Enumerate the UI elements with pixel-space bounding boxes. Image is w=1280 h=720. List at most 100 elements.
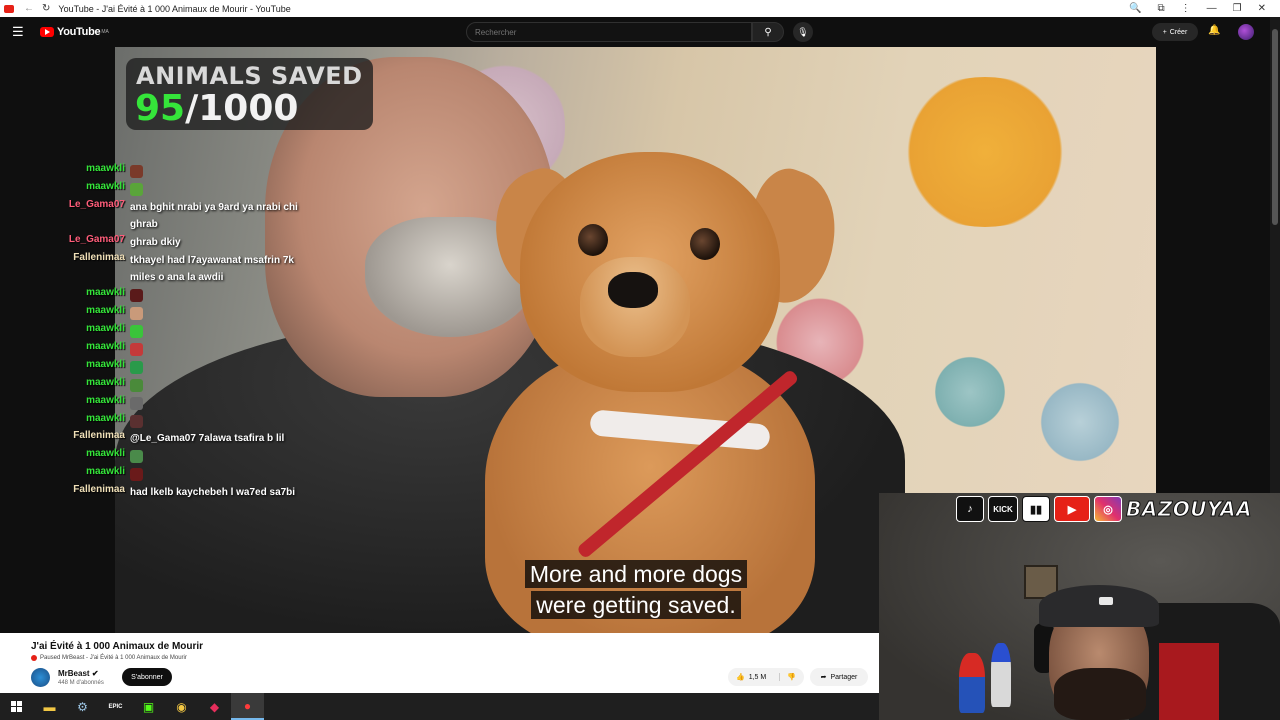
subscribe-button[interactable]: S'abonner: [122, 668, 172, 686]
microphone-icon: 🎙: [797, 26, 809, 37]
background-flower: [885, 77, 1085, 227]
chrome-icon[interactable]: ◉: [165, 693, 198, 720]
search-button[interactable]: ⚲: [752, 22, 784, 42]
dog-nose: [608, 272, 658, 308]
chat-username: maawkli: [86, 323, 125, 334]
voice-search-button[interactable]: 🎙: [793, 22, 813, 42]
cap-logo: [1099, 597, 1113, 605]
chat-message: maawkli: [0, 395, 320, 412]
chat-username: Le_Gama07: [68, 234, 125, 245]
chat-emote-icon: [130, 378, 143, 392]
scrollbar-thumb[interactable]: [1272, 29, 1278, 225]
chat-message-text: ghrab dkiy: [130, 237, 181, 248]
twitch-icon: ▮▮: [1022, 496, 1050, 522]
social-links-banner: ♪ KICK ▮▮ ▶ ◎ BAZOUYAA: [956, 495, 1252, 523]
create-button[interactable]: + Créer: [1152, 23, 1198, 41]
chat-message: maawkli: [0, 359, 320, 376]
thumbs-up-icon: 👍: [736, 674, 745, 681]
like-count: 1,5 M: [748, 673, 767, 681]
tiktok-icon: ♪: [956, 496, 984, 522]
youtube-header: ☰ YouTube MA ⚲ 🎙 +Créer 🔔: [0, 17, 1280, 47]
search-icon: ⚲: [764, 26, 772, 38]
tab-title: YouTube - J'ai Évité à 1 000 Animaux de …: [58, 3, 291, 14]
chat-username: maawkli: [86, 163, 125, 174]
chat-username: maawkli: [86, 448, 125, 459]
create-label: Créer: [1169, 28, 1188, 36]
youtube-logo[interactable]: YouTube MA: [40, 26, 109, 38]
reload-icon[interactable]: ↻: [42, 3, 50, 14]
minimize-icon[interactable]: —: [1207, 3, 1217, 14]
restore-icon[interactable]: ❐: [1233, 3, 1242, 14]
stream-chat-overlay: maawkli maawkli Le_Gama07 ana bghit nrabi y…: [0, 163, 330, 503]
channel-avatar[interactable]: [31, 668, 50, 687]
channel-name[interactable]: MrBeast ✔: [58, 669, 99, 678]
browser-titlebar: ← ↻ YouTube - J'ai Évité à 1 000 Animaux…: [0, 0, 1280, 17]
paused-dot-icon: [31, 655, 37, 661]
figurine: [991, 643, 1011, 707]
extensions-icon[interactable]: ⧉: [1158, 3, 1165, 14]
search-input[interactable]: [466, 22, 752, 42]
file-explorer-icon[interactable]: ▬: [33, 693, 66, 720]
dog-eye: [690, 228, 720, 260]
kick-app-icon[interactable]: ▣: [132, 693, 165, 720]
chat-message-text: [130, 448, 310, 465]
chat-message-text: ana bghit nrabi ya 9ard ya nrabi chi ghr…: [130, 202, 298, 230]
notifications-bell-icon[interactable]: 🔔: [1208, 25, 1220, 36]
chat-emote-icon: [130, 306, 143, 320]
steam-icon[interactable]: ⚙: [66, 693, 99, 720]
counter-value: 95/1000: [135, 88, 298, 129]
chat-emote-icon: [130, 360, 143, 374]
menu-dots-icon[interactable]: ⋮: [1181, 3, 1191, 14]
chat-message: Fallenimaa tkhayel had l7ayawanat msafrin…: [0, 252, 320, 286]
chat-message: maawkli: [0, 287, 320, 304]
windows-logo-icon: [11, 701, 22, 712]
youtube-app-icon[interactable]: ●: [231, 693, 264, 720]
instagram-icon: ◎: [1094, 496, 1122, 522]
dog-eye: [578, 224, 608, 256]
chat-message: maawkli: [0, 305, 320, 322]
dislike-button[interactable]: 👎: [780, 673, 796, 681]
chat-message: Fallenimaa @Le_Gama07 7alawa tsafira b li…: [0, 430, 320, 447]
chat-emote-icon: [130, 324, 143, 338]
counter-label: ANIMALS SAVED: [136, 62, 363, 90]
back-arrow-icon[interactable]: ←: [24, 3, 34, 14]
hamburger-menu-icon[interactable]: ☰: [12, 24, 26, 40]
youtube-play-icon: [40, 27, 54, 37]
like-dislike-group: 👍 1,5 M 👎: [728, 668, 804, 686]
chat-username: maawkli: [86, 181, 125, 192]
chat-message-text: [130, 181, 310, 198]
chat-message: maawkli: [0, 323, 320, 340]
chat-message-text: [130, 305, 310, 322]
subscriber-count: 448 M d'abonnés: [58, 680, 104, 686]
subtitle-line-1: More and more dogs: [524, 560, 748, 588]
share-label: Partager: [830, 673, 858, 681]
window-controls: 🔍 ⧉ ⋮ — ❐ ✕: [1129, 3, 1280, 14]
chat-username: maawkli: [86, 287, 125, 298]
chat-message: maawkli: [0, 341, 320, 358]
counter-total: /1000: [185, 88, 299, 129]
chat-message-text: [130, 466, 310, 483]
video-subtitles: More and more dogs were getting saved.: [509, 559, 763, 621]
epic-games-icon[interactable]: EPIC: [99, 693, 132, 720]
chat-username: maawkli: [86, 395, 125, 406]
windows-start-button[interactable]: [0, 693, 33, 720]
windows-taskbar: ▬ ⚙ EPIC ▣ ◉ ◆ ●: [0, 693, 879, 720]
share-arrow-icon: ➦: [820, 674, 827, 681]
chat-emote-icon: [130, 449, 143, 463]
chat-message-text: [130, 413, 310, 430]
logo-region: MA: [101, 29, 109, 35]
zoom-icon[interactable]: 🔍: [1129, 3, 1141, 14]
chat-username: Fallenimaa: [73, 252, 125, 263]
chat-emote-icon: [130, 342, 143, 356]
chat-message-text: [130, 163, 310, 180]
close-icon[interactable]: ✕: [1258, 3, 1266, 14]
red-app-icon[interactable]: ◆: [198, 693, 231, 720]
verified-icon: ✔: [91, 669, 99, 678]
logo-text: YouTube: [57, 26, 101, 38]
account-avatar[interactable]: [1238, 24, 1254, 40]
streamer-handle: BAZOUYAA: [1126, 497, 1253, 522]
share-button[interactable]: ➦ Partager: [810, 668, 868, 686]
chat-emote-icon: [130, 396, 143, 410]
chat-emote-icon: [130, 288, 143, 302]
like-button[interactable]: 👍 1,5 M: [728, 673, 780, 681]
